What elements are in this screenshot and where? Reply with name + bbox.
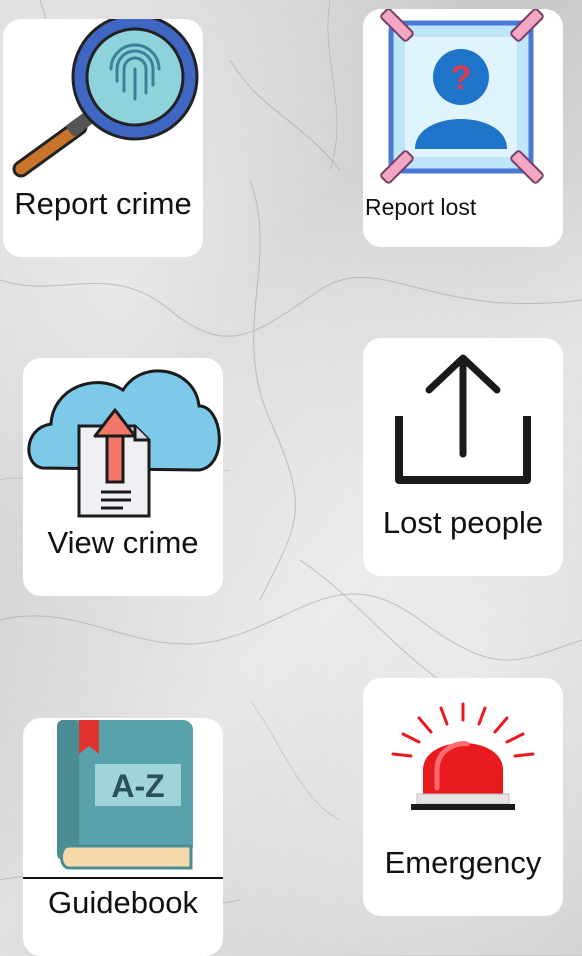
tile-label: Report lost xyxy=(365,194,477,220)
emergency-tile[interactable]: Emergency xyxy=(363,678,563,916)
report-crime-tile[interactable]: Report crime xyxy=(3,19,203,257)
tile-label: Lost people xyxy=(382,505,544,540)
missing-person-icon: ? xyxy=(380,9,544,184)
tile-label: Report crime xyxy=(14,186,192,221)
siren-icon xyxy=(391,702,535,810)
magnifier-fingerprint-icon xyxy=(12,19,199,178)
lost-people-tile[interactable]: Lost people xyxy=(363,338,563,576)
book-a-z-icon: A-Z xyxy=(23,720,223,879)
tile-label: Emergency xyxy=(384,845,542,880)
view-crime-tile[interactable]: View crime xyxy=(23,358,223,596)
cloud-upload-document-icon xyxy=(27,369,221,518)
svg-text:A-Z: A-Z xyxy=(111,768,164,804)
guidebook-tile[interactable]: A-Z Guidebook xyxy=(23,718,223,956)
tile-label: Guidebook xyxy=(48,885,198,920)
svg-text:?: ? xyxy=(451,59,472,97)
report-lost-tile[interactable]: ? Report lost xyxy=(363,9,563,247)
tile-label: View crime xyxy=(47,525,199,560)
share-upload-icon xyxy=(395,354,531,484)
